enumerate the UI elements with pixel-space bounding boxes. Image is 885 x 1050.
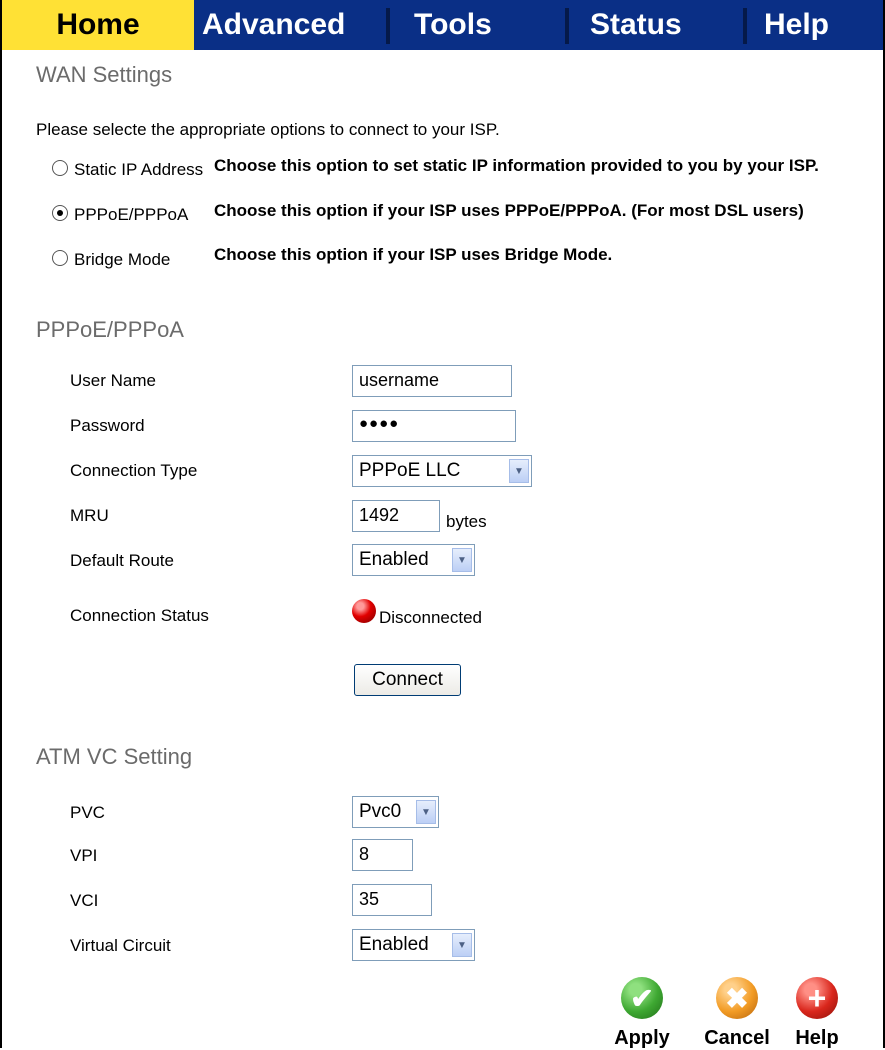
- tab-divider: [386, 8, 390, 44]
- vpi-input[interactable]: 8: [352, 839, 413, 871]
- plus-icon: +: [796, 977, 838, 1019]
- bridge-mode-label: Bridge Mode: [74, 250, 171, 269]
- bridge-mode-description: Choose this option if your ISP uses Brid…: [214, 245, 613, 264]
- wan-intro-text: Please selecte the appropriate options t…: [36, 120, 500, 139]
- connection-status-value: Disconnected: [379, 608, 483, 627]
- tab-divider: [565, 8, 569, 44]
- connection-type-select[interactable]: PPPoE LLC ▼: [352, 455, 532, 487]
- connect-button[interactable]: Connect: [354, 664, 461, 696]
- bridge-mode-radio[interactable]: [52, 250, 68, 266]
- radio-selected-dot: [57, 210, 63, 216]
- default-route-select[interactable]: Enabled ▼: [352, 544, 475, 576]
- vpi-label: VPI: [70, 846, 98, 865]
- tab-help[interactable]: Help: [750, 0, 883, 50]
- connection-type-value: PPPoE LLC: [359, 460, 461, 481]
- close-icon: ✖: [716, 977, 758, 1019]
- pvc-label: PVC: [70, 803, 105, 822]
- atm-section-title: ATM VC Setting: [36, 744, 193, 769]
- tab-status-label: Status: [590, 8, 682, 41]
- tab-status[interactable]: Status: [572, 0, 737, 50]
- connection-type-label: Connection Type: [70, 461, 198, 480]
- vci-label: VCI: [70, 891, 99, 910]
- tab-tools-label: Tools: [414, 8, 492, 41]
- mru-unit: bytes: [446, 512, 487, 531]
- checkmark-icon: ✔: [621, 977, 663, 1019]
- apply-button[interactable]: ✔ Apply: [607, 977, 677, 1050]
- cancel-button[interactable]: ✖ Cancel: [697, 977, 777, 1050]
- chevron-down-icon[interactable]: ▼: [452, 548, 472, 572]
- tab-divider: [743, 8, 747, 44]
- cancel-label: Cancel: [704, 1027, 770, 1049]
- pppoe-section-title: PPPoE/PPPoA: [36, 317, 184, 342]
- tab-help-label: Help: [764, 8, 830, 41]
- status-led-icon: [352, 599, 376, 623]
- tab-home-label: Home: [56, 8, 140, 41]
- user-name-label: User Name: [70, 371, 156, 390]
- virtual-circuit-value: Enabled: [359, 934, 429, 955]
- vci-input[interactable]: 35: [352, 884, 432, 916]
- chevron-down-icon[interactable]: ▼: [452, 933, 472, 957]
- pvc-select[interactable]: Pvc0 ▼: [352, 796, 439, 828]
- password-label: Password: [70, 416, 145, 435]
- pppoe-radio[interactable]: [52, 205, 68, 221]
- connection-status-label: Connection Status: [70, 606, 209, 625]
- tab-tools[interactable]: Tools: [392, 0, 542, 50]
- default-route-value: Enabled: [359, 549, 429, 570]
- static-ip-description: Choose this option to set static IP info…: [214, 156, 819, 175]
- static-ip-label: Static IP Address: [74, 160, 204, 179]
- default-route-label: Default Route: [70, 551, 174, 570]
- pppoe-description: Choose this option if your ISP uses PPPo…: [214, 201, 804, 220]
- tab-advanced-label: Advanced: [202, 8, 346, 41]
- pppoe-label: PPPoE/PPPoA: [74, 205, 189, 224]
- wan-settings-title: WAN Settings: [36, 62, 173, 87]
- pvc-value: Pvc0: [359, 801, 402, 822]
- virtual-circuit-label: Virtual Circuit: [70, 936, 171, 955]
- chevron-down-icon[interactable]: ▼: [416, 800, 436, 824]
- password-input[interactable]: ●●●●: [352, 410, 516, 442]
- mru-label: MRU: [70, 506, 109, 525]
- apply-label: Apply: [614, 1027, 670, 1049]
- user-name-input[interactable]: username: [352, 365, 512, 397]
- virtual-circuit-select[interactable]: Enabled ▼: [352, 929, 475, 961]
- help-label: Help: [795, 1027, 839, 1049]
- mru-input[interactable]: 1492: [352, 500, 440, 532]
- tab-advanced[interactable]: Advanced: [194, 0, 374, 50]
- static-ip-radio[interactable]: [52, 160, 68, 176]
- help-button[interactable]: + Help: [787, 977, 847, 1050]
- tab-home[interactable]: Home: [2, 0, 194, 50]
- tab-bar: Home Advanced Tools Status Help: [2, 0, 883, 50]
- chevron-down-icon[interactable]: ▼: [509, 459, 529, 483]
